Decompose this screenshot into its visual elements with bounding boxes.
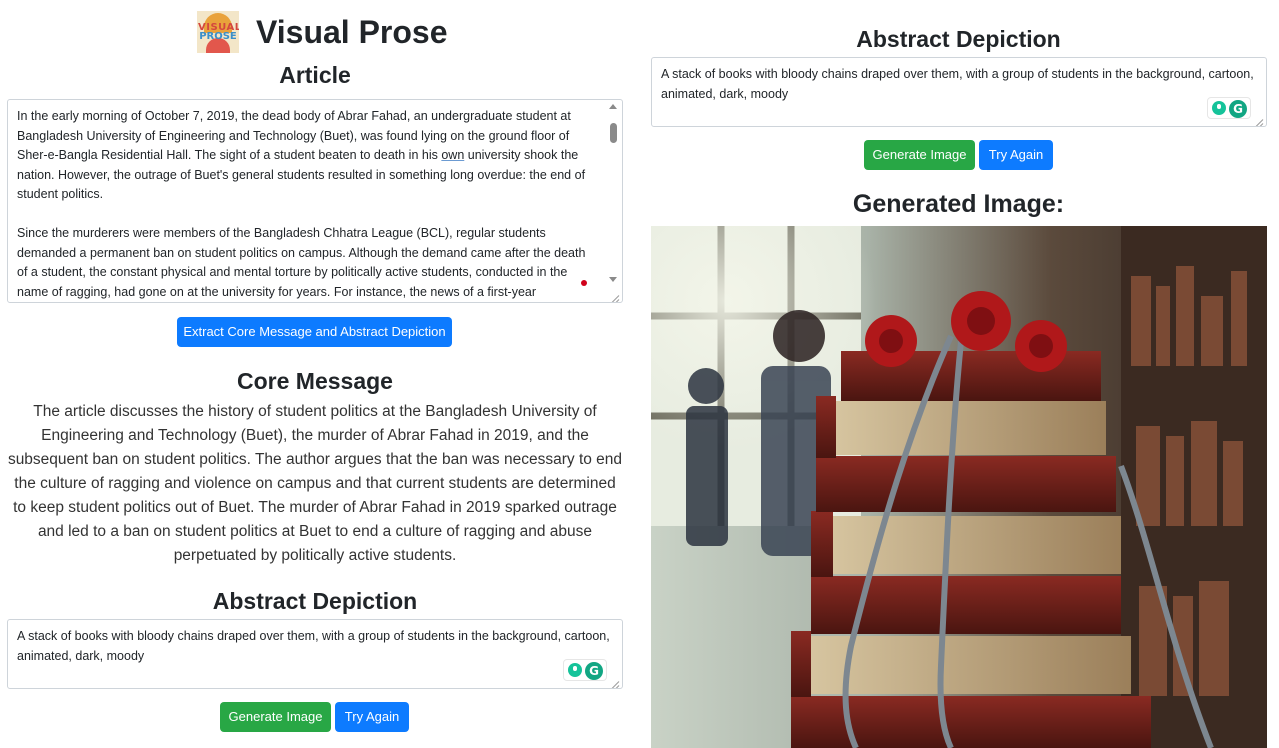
article-heading: Article [279,62,351,88]
generate-image-button-right[interactable]: Generate Image [864,140,975,170]
left-column: VISUAL PROSE Visual Prose Article In the… [0,0,630,748]
extract-button[interactable]: Extract Core Message and Abstract Depict… [177,317,452,347]
lightbulb-icon[interactable] [1212,101,1226,115]
right-column: Abstract Depiction A stack of books with… [650,0,1279,748]
generate-image-button[interactable]: Generate Image [220,702,331,732]
article-scrollbar[interactable] [606,101,621,286]
resize-grip-icon[interactable] [610,290,620,300]
scroll-thumb[interactable] [610,123,617,143]
scroll-down-icon[interactable] [609,277,617,282]
scroll-up-icon[interactable] [609,104,617,109]
abstract-depiction-textarea-right[interactable]: A stack of books with bloody chains drap… [651,57,1267,127]
try-again-button[interactable]: Try Again [335,702,409,732]
lightbulb-icon[interactable] [568,663,582,677]
try-again-button-right[interactable]: Try Again [979,140,1053,170]
abstract-depiction-heading: Abstract Depiction [212,588,418,614]
app-title: Visual Prose [256,13,448,50]
grammarly-icon[interactable]: G [1229,100,1247,118]
grammarly-widget[interactable]: G [563,659,607,681]
resize-grip-icon[interactable] [1254,114,1264,124]
generated-image [651,226,1267,748]
core-message-text: The article discusses the history of stu… [7,403,623,564]
app-logo: VISUAL PROSE [197,11,239,53]
abstract-depiction-heading-right: Abstract Depiction [856,26,1061,52]
grammarly-widget[interactable]: G [1207,97,1251,119]
brand-header: VISUAL PROSE Visual Prose [197,10,448,54]
spellcheck-dot-icon [581,280,587,286]
grammarly-icon[interactable]: G [585,662,603,680]
resize-grip-icon[interactable] [610,676,620,686]
article-textarea[interactable]: In the early morning of October 7, 2019,… [7,99,623,303]
abstract-depiction-textarea[interactable]: A stack of books with bloody chains drap… [7,619,623,689]
core-message-heading: Core Message [237,368,393,394]
generated-image-heading: Generated Image: [852,190,1065,218]
